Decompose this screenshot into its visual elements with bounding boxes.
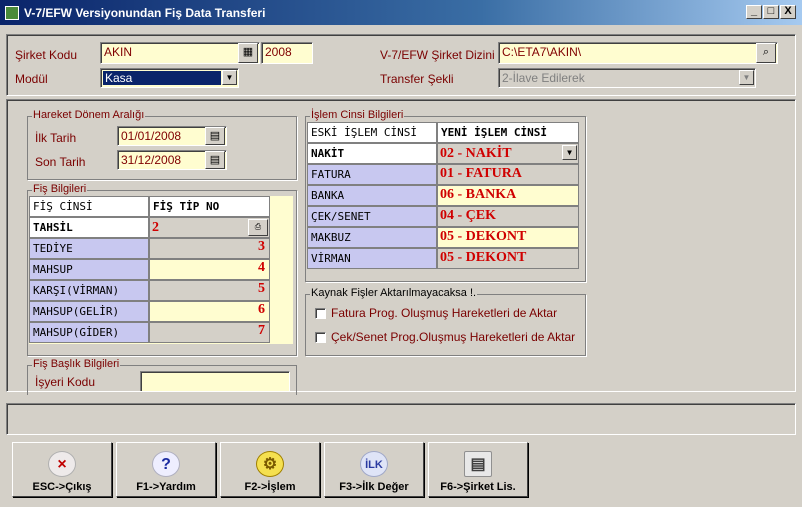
process-button[interactable]: ⚙ F2->İşlem (220, 442, 320, 497)
fis-row-value[interactable]: 7 (149, 322, 270, 343)
ceksenet-checkbox[interactable] (315, 332, 326, 343)
kaynak-group-label: Kaynak Fişler Aktarılmayacaksa !. (310, 287, 478, 299)
company-list-label: F6->Şirket Lis. (440, 481, 516, 493)
ilk-icon: İLK (360, 451, 388, 477)
fis-col-cinsi: FİŞ CİNSİ (29, 196, 149, 217)
islem-row-old: NAKİT (307, 143, 437, 164)
islem-group-label: İşlem Cinsi Bilgileri (310, 109, 405, 121)
help-label: F1->Yardım (136, 481, 196, 493)
ceksenet-checkbox-label[interactable]: Çek/Senet Prog.Oluşmuş Hareketleri de Ak… (331, 330, 575, 344)
transfer-value: 2-İlave Edilerek (502, 71, 585, 85)
chevron-down-icon[interactable]: ▼ (739, 70, 754, 85)
islem-row-new[interactable]: 05 - DEKONT (437, 248, 579, 269)
fis-row-name: MAHSUP(GİDER) (29, 322, 149, 343)
modul-label: Modül (15, 72, 48, 86)
fis-row-value[interactable]: 5 (149, 280, 270, 301)
fis-row-value[interactable]: 6 (149, 301, 270, 322)
maximize-button[interactable]: □ (763, 5, 779, 19)
islem-row-old: VİRMAN (307, 248, 437, 269)
donem-group-label: Hareket Dönem Aralığı (32, 109, 146, 121)
printer-icon[interactable]: ⎙ (248, 219, 268, 236)
transfer-label: Transfer Şekli (380, 72, 454, 86)
modul-value: Kasa (103, 71, 221, 85)
folder-search-icon[interactable]: ⌕ (756, 43, 776, 63)
modul-select[interactable]: Kasa ▼ (100, 68, 239, 88)
kaynak-group (305, 294, 586, 356)
fis-row-name: KARŞI(VİRMAN) (29, 280, 149, 301)
chevron-down-icon[interactable]: ▼ (222, 70, 237, 85)
default-value-label: F3->İlk Değer (339, 481, 409, 493)
close-icon: × (48, 451, 76, 477)
fis-row-name: MAHSUP(GELİR) (29, 301, 149, 322)
chevron-down-icon[interactable]: ▼ (562, 145, 577, 160)
window-title: V-7/EFW Versiyonundan Fiş Data Transferi (24, 6, 266, 20)
fis-row-value[interactable]: 4 (149, 259, 270, 280)
default-value-button[interactable]: İLK F3->İlk Değer (324, 442, 424, 497)
islem-row-new[interactable]: 04 - ÇEK (437, 206, 579, 227)
fis-col-tipno: FİŞ TİP NO (149, 196, 270, 217)
fatura-checkbox-label[interactable]: Fatura Prog. Oluşmuş Hareketleri de Akta… (331, 306, 557, 320)
son-tarih-label: Son Tarih (35, 155, 86, 169)
islem-row-old: ÇEK/SENET (307, 206, 437, 227)
islem-row-new: 02 - NAKİT (440, 146, 512, 161)
fis-row-name: TEDİYE (29, 238, 149, 259)
help-button[interactable]: ? F1->Yardım (116, 442, 216, 497)
app-icon (5, 6, 19, 20)
minimize-button[interactable]: _ (746, 5, 762, 19)
status-bar (6, 403, 796, 435)
sirket-year-field[interactable]: 2008 (261, 42, 313, 64)
sirket-kodu-field[interactable]: AKIN (100, 42, 260, 64)
islem-row-old: MAKBUZ (307, 227, 437, 248)
fatura-checkbox[interactable] (315, 308, 326, 319)
calculator-icon[interactable]: ▦ (238, 43, 258, 63)
fis-group-label: Fiş Bilgileri (32, 183, 88, 195)
fis-row-value: 2 (152, 220, 159, 235)
title-bar: V-7/EFW Versiyonundan Fiş Data Transferi… (0, 0, 802, 25)
ilk-tarih-label: İlk Tarih (35, 131, 77, 145)
list-icon: ▤ (464, 451, 492, 477)
calendar-icon[interactable]: ▤ (205, 127, 225, 145)
islem-row-new[interactable]: 01 - FATURA (437, 164, 579, 185)
esc-exit-button[interactable]: × ESC->Çıkış (12, 442, 112, 497)
islem-col-eski: ESKİ İŞLEM CİNSİ (307, 122, 437, 143)
calendar-icon[interactable]: ▤ (205, 151, 225, 169)
dizin-label: V-7/EFW Şirket Dizini (380, 48, 495, 62)
fis-row-value[interactable]: 3 (149, 238, 270, 259)
islem-row-new[interactable]: 05 - DEKONT (437, 227, 579, 248)
isyeri-field[interactable] (140, 371, 290, 391)
sirket-kodu-label: Şirket Kodu (15, 48, 78, 62)
help-icon: ? (152, 451, 180, 477)
fis-row-name: TAHSİL (29, 217, 149, 238)
fis-row-value-select[interactable]: 2 ⎙ (149, 217, 270, 238)
islem-row-old: BANKA (307, 185, 437, 206)
company-list-button[interactable]: ▤ F6->Şirket Lis. (428, 442, 528, 497)
islem-row-new-select[interactable]: 02 - NAKİT ▼ (437, 143, 579, 164)
fis-row-name: MAHSUP (29, 259, 149, 280)
transfer-select[interactable]: 2-İlave Edilerek ▼ (498, 68, 756, 88)
process-label: F2->İşlem (244, 481, 296, 493)
baslik-group-label: Fiş Başlık Bilgileri (32, 358, 121, 370)
gear-icon: ⚙ (256, 451, 284, 477)
esc-exit-label: ESC->Çıkış (32, 481, 92, 493)
islem-col-yeni: YENİ İŞLEM CİNSİ (437, 122, 579, 143)
islem-row-new[interactable]: 06 - BANKA (437, 185, 579, 206)
close-button[interactable]: X (780, 5, 796, 19)
islem-row-old: FATURA (307, 164, 437, 185)
isyeri-label: İşyeri Kodu (35, 375, 96, 389)
dizin-field[interactable]: C:\ETA7\AKIN\ (498, 42, 778, 64)
